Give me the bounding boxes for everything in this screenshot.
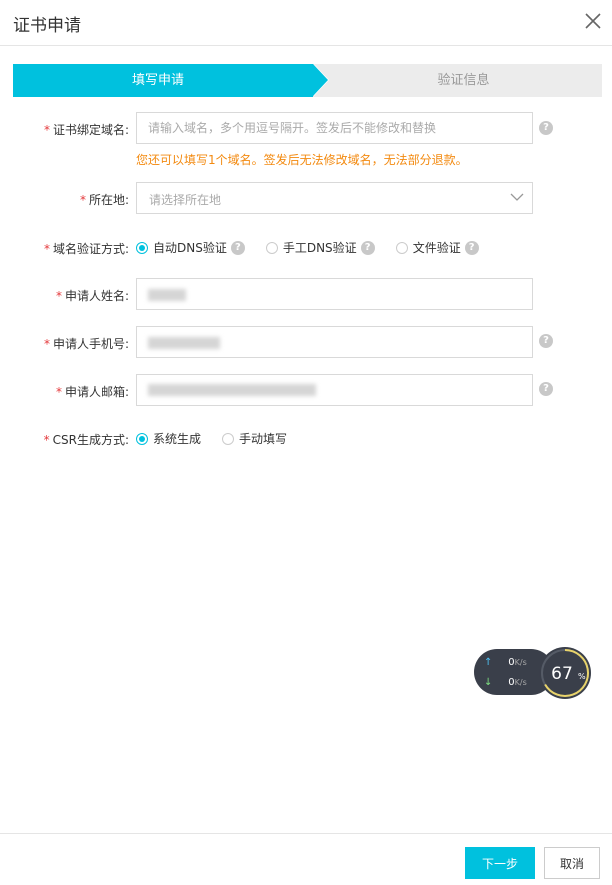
dialog-header: 证书申请 [0, 0, 612, 46]
verify-method-group: 自动DNS验证 ? 手工DNS验证 ? 文件验证 ? [136, 239, 500, 256]
step-fill-application: 填写申请 [13, 64, 313, 97]
memory-gauge: 67 % [539, 647, 591, 699]
radio-label: 手工DNS验证 [282, 241, 357, 255]
chevron-down-icon [510, 193, 524, 201]
radio-label: 文件验证 [412, 241, 461, 255]
radio-auto-dns[interactable]: 自动DNS验证 ? [136, 239, 245, 256]
redacted-value [148, 337, 220, 349]
download-speed: ↓ 0K/s [484, 677, 527, 688]
close-icon[interactable] [581, 9, 605, 33]
applicant-phone-label: * 申请人手机号: [43, 337, 129, 351]
domain-input[interactable] [136, 112, 533, 144]
radio-manual-fill[interactable]: 手动填写 [222, 430, 287, 447]
applicant-name-input[interactable] [136, 278, 533, 310]
radio-label: 自动DNS验证 [153, 241, 227, 255]
radio-label: 手动填写 [239, 432, 288, 446]
next-step-button[interactable]: 下一步 [465, 847, 535, 879]
location-placeholder: 请选择所在地 [149, 193, 222, 207]
verify-method-label: * 域名验证方式: [43, 242, 129, 256]
location-label: * 所在地: [79, 193, 129, 207]
cancel-button[interactable]: 取消 [544, 847, 600, 879]
domain-help-icon[interactable]: ? [539, 121, 553, 135]
redacted-value [148, 384, 316, 396]
svg-text:%: % [578, 672, 586, 681]
dialog-title: 证书申请 [13, 16, 81, 36]
arrow-down-icon: ↓ [484, 677, 493, 688]
csr-method-label: * CSR生成方式: [43, 433, 129, 447]
step-verify-info: 验证信息 [313, 64, 602, 97]
svg-text:67: 67 [551, 664, 573, 684]
upload-speed: ↑ 0K/s [484, 657, 527, 668]
radio-button[interactable] [265, 241, 278, 254]
domain-hint: 您还可以填写1个域名。签发后无法修改域名，无法部分退款。 [136, 153, 468, 167]
auto-dns-help-icon[interactable]: ? [230, 240, 245, 255]
domain-label: * 证书绑定域名: [43, 123, 129, 137]
radio-button[interactable] [136, 432, 148, 445]
radio-button[interactable] [222, 432, 235, 445]
csr-method-group: 系统生成 手动填写 [136, 430, 308, 447]
radio-button[interactable] [136, 241, 148, 254]
step-arrow [313, 64, 328, 96]
step-progress: 验证信息 填写申请 [13, 64, 602, 97]
radio-label: 系统生成 [153, 432, 202, 446]
radio-file[interactable]: 文件验证 ? [395, 239, 479, 256]
radio-system-generate[interactable]: 系统生成 [136, 430, 201, 447]
redacted-value [148, 289, 186, 301]
phone-help-icon[interactable]: ? [539, 334, 553, 348]
radio-manual-dns[interactable]: 手工DNS验证 ? [265, 239, 375, 256]
network-monitor-widget[interactable]: ↑ 0K/s ↓ 0K/s 67 % [474, 645, 594, 701]
radio-button[interactable] [395, 241, 408, 254]
manual-dns-help-icon[interactable]: ? [360, 240, 375, 255]
location-select[interactable]: 请选择所在地 [136, 182, 533, 214]
arrow-up-icon: ↑ [484, 657, 493, 668]
email-help-icon[interactable]: ? [539, 382, 553, 396]
applicant-name-label: * 申请人姓名: [55, 289, 129, 303]
applicant-email-label: * 申请人邮箱: [55, 385, 129, 399]
file-help-icon[interactable]: ? [464, 240, 479, 255]
